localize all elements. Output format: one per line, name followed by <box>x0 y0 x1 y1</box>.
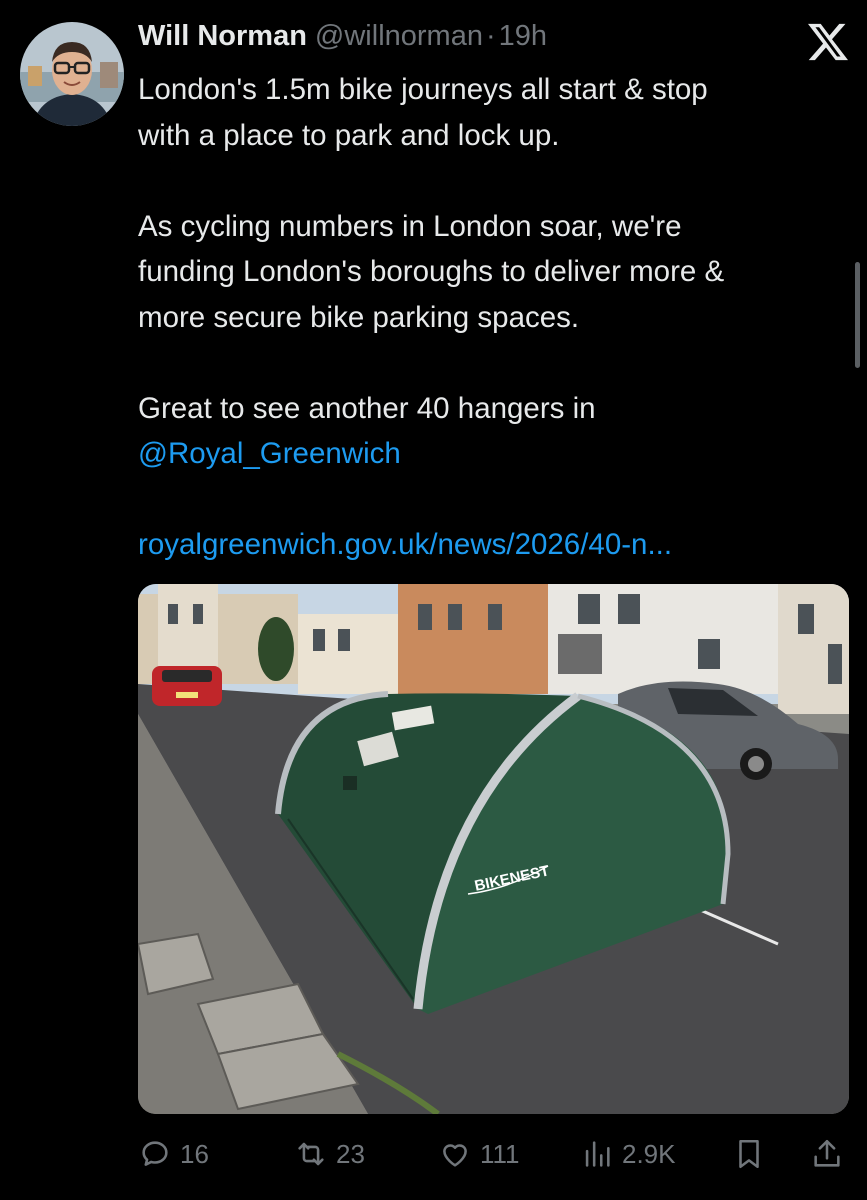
scrollbar[interactable] <box>855 262 860 368</box>
tweet-header: Will Norman @willnorman · 19h <box>138 20 547 60</box>
reply-count: 16 <box>180 1138 209 1169</box>
tweet-text-line: more secure bike parking spaces. <box>138 300 580 334</box>
heart-icon <box>443 1144 467 1167</box>
header-separator: · <box>485 20 496 52</box>
avatar[interactable] <box>20 22 124 126</box>
article-link[interactable]: royalgreenwich.gov.uk/news/2026/40-n... <box>138 522 858 568</box>
repost-button[interactable]: 23 <box>294 1132 365 1176</box>
author-handle[interactable]: @willnorman <box>315 20 483 53</box>
like-button[interactable]: 111 <box>438 1132 520 1176</box>
repost-icon <box>298 1142 324 1166</box>
bookmark-button[interactable] <box>732 1132 766 1176</box>
share-button[interactable] <box>810 1132 844 1176</box>
tweet-text-line: funding London's boroughs to deliver mor… <box>138 255 725 288</box>
view-count: 2.9K <box>622 1138 676 1169</box>
author-name[interactable]: Will Norman <box>138 20 307 53</box>
analytics-icon <box>585 1141 610 1167</box>
tweet-text-line: Great to see another 40 hangers in <box>138 391 596 425</box>
repost-count: 23 <box>336 1138 365 1169</box>
action-bar: 16 23 111 2.9K <box>138 1132 850 1176</box>
views-button[interactable]: 2.9K <box>580 1132 676 1176</box>
tweet-text: London's 1.5m bike journeys all start & … <box>138 67 858 568</box>
reply-icon <box>142 1141 168 1166</box>
tweet-text-line: with a place to park and lock up. <box>138 118 560 152</box>
share-icon <box>814 1139 840 1167</box>
tweet-timestamp[interactable]: 19h <box>499 20 547 53</box>
like-count: 111 <box>480 1138 520 1169</box>
x-logo-icon <box>806 22 850 62</box>
mention-link[interactable]: @Royal_Greenwich <box>138 431 858 477</box>
tweet-text-line: London's 1.5m bike journeys all start & … <box>138 73 708 106</box>
tweet-text-line: As cycling numbers in London soar, we're <box>138 209 682 243</box>
reply-button[interactable]: 16 <box>138 1132 209 1176</box>
tweet-photo[interactable]: BIKENEST <box>138 584 849 1114</box>
bookmark-icon <box>739 1139 759 1169</box>
